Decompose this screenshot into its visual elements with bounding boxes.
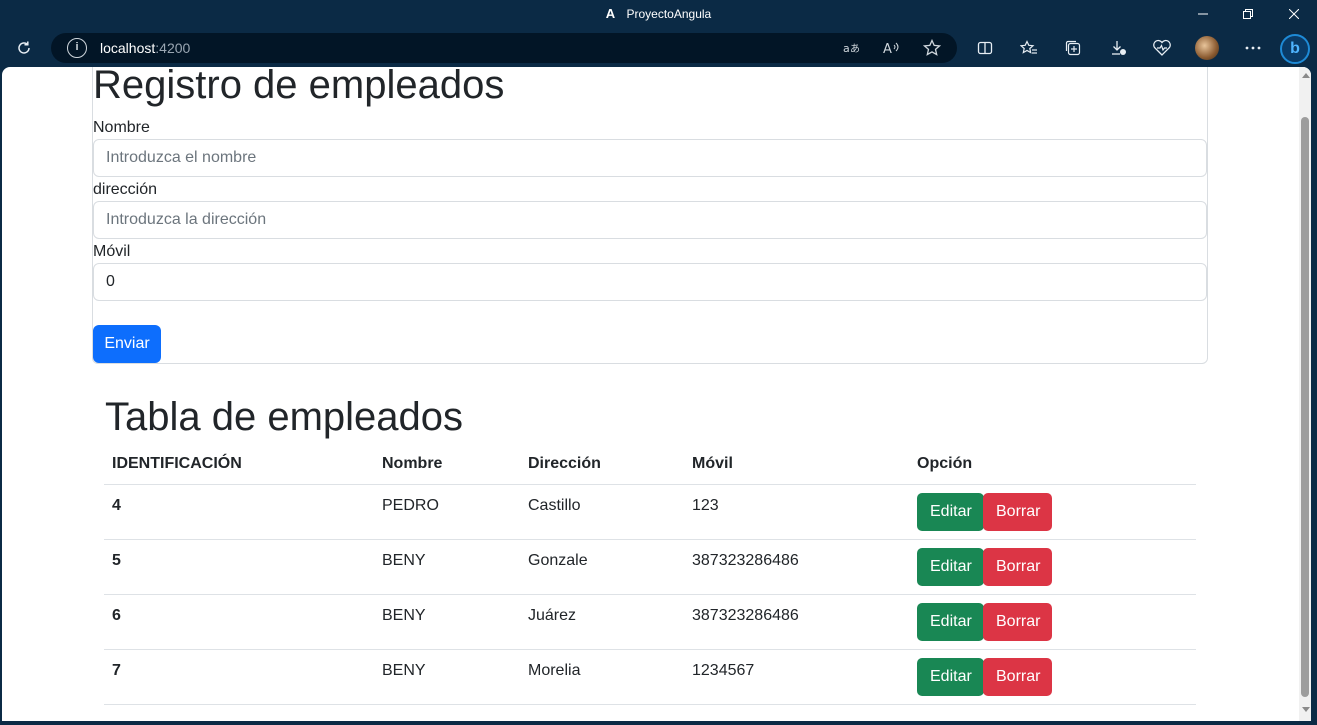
address-url[interactable]: localhost:4200 (100, 40, 190, 56)
scrollbar-thumb[interactable] (1301, 117, 1309, 697)
cell-id: 4 (104, 484, 374, 540)
window-title: ProyectoAngula (626, 6, 712, 21)
address-host: localhost (100, 40, 156, 56)
table-row: 4 PEDRO Castillo 123 Editar Borrar (104, 484, 1196, 540)
mobile-label: Móvil (93, 243, 131, 260)
address-port: :4200 (155, 40, 191, 56)
address-label: dirección (93, 181, 158, 198)
restore-button[interactable] (1225, 0, 1271, 28)
column-header-mobile: Móvil (684, 445, 909, 485)
minimize-button[interactable] (1180, 0, 1226, 28)
bing-copilot-icon[interactable]: b (1280, 34, 1310, 64)
refresh-icon (18, 41, 30, 54)
vertical-scrollbar[interactable] (1299, 67, 1311, 721)
cell-name: BENY (374, 649, 520, 705)
delete-button[interactable]: Borrar (983, 547, 1052, 586)
cell-address: Juárez (520, 594, 684, 650)
window-title-wrap: A ProyectoAngula (0, 6, 1317, 21)
cell-options: Editar Borrar (909, 484, 1196, 540)
close-icon (1289, 9, 1299, 19)
table-header-row: IDENTIFICACIÓN Nombre Dirección Móvil Op… (104, 445, 1196, 485)
table-row: 7 BENY Morelia 1234567 Editar Borrar (104, 649, 1196, 705)
edit-button[interactable]: Editar (917, 492, 984, 531)
page-viewport: Registro de empleados Nombre dirección M… (2, 67, 1311, 721)
browser-essentials-button[interactable] (1147, 34, 1177, 62)
cell-address: Castillo (520, 484, 684, 540)
svg-text:あ: あ (850, 43, 860, 55)
favorite-star-icon[interactable] (920, 37, 944, 59)
angular-logo-icon: A (605, 6, 616, 22)
svg-text:A: A (883, 42, 892, 55)
cell-name: PEDRO (374, 484, 520, 540)
cell-name: BENY (374, 594, 520, 650)
svg-text:a: a (843, 42, 850, 55)
cell-mobile: 123 (684, 484, 909, 540)
cell-options: Editar Borrar (909, 539, 1196, 595)
close-window-button[interactable] (1271, 0, 1317, 28)
cell-options: Editar Borrar (909, 649, 1196, 705)
downloads-button[interactable] (1103, 34, 1133, 62)
cell-mobile: 1234567 (684, 649, 909, 705)
submit-button[interactable]: Enviar (93, 325, 161, 363)
name-label: Nombre (93, 119, 150, 136)
table-row: 5 BENY Gonzale 387323286486 Editar Borrar (104, 539, 1196, 595)
split-screen-icon (977, 41, 993, 55)
delete-button[interactable]: Borrar (983, 657, 1052, 696)
employees-table: IDENTIFICACIÓN Nombre Dirección Móvil Op… (104, 445, 1196, 705)
scroll-down-icon[interactable] (1302, 707, 1310, 712)
column-header-address: Dirección (520, 445, 684, 485)
delete-button[interactable]: Borrar (983, 602, 1052, 641)
more-icon (1245, 46, 1261, 50)
browser-toolbar: i localhost:4200 aあ A (0, 30, 1317, 66)
collections-button[interactable] (1058, 34, 1088, 62)
column-header-name: Nombre (374, 445, 520, 485)
downloads-icon (1112, 41, 1126, 55)
scroll-up-icon[interactable] (1302, 73, 1310, 78)
read-aloud-icon[interactable]: A (880, 37, 904, 59)
delete-button[interactable]: Borrar (983, 492, 1052, 531)
name-input[interactable] (93, 139, 1207, 177)
cell-name: BENY (374, 539, 520, 595)
profile-avatar[interactable] (1195, 36, 1219, 60)
refresh-button[interactable] (9, 34, 39, 62)
info-icon[interactable]: i (67, 38, 87, 58)
window-titlebar: A ProyectoAngula (0, 0, 1317, 30)
edit-button[interactable]: Editar (917, 602, 984, 641)
address-bar[interactable]: i localhost:4200 aあ A (51, 33, 957, 63)
restore-icon (1243, 9, 1253, 19)
column-header-id: IDENTIFICACIÓN (104, 445, 374, 485)
mobile-input[interactable] (93, 263, 1207, 301)
page-title: Registro de empleados (93, 67, 505, 107)
collections-icon (1065, 40, 1081, 56)
cell-address: Morelia (520, 649, 684, 705)
cell-options: Editar Borrar (909, 594, 1196, 650)
column-header-option: Opción (909, 445, 1196, 485)
split-screen-button[interactable] (970, 34, 1000, 62)
translate-icon[interactable]: aあ (840, 37, 864, 59)
cell-id: 5 (104, 539, 374, 595)
minimize-icon (1198, 13, 1208, 15)
favorites-button[interactable] (1014, 34, 1044, 62)
edit-button[interactable]: Editar (917, 657, 984, 696)
cell-mobile: 387323286486 (684, 594, 909, 650)
table-title: Tabla de empleados (105, 395, 464, 439)
address-input[interactable] (93, 201, 1207, 239)
cell-address: Gonzale (520, 539, 684, 595)
favorites-icon (1020, 40, 1037, 54)
cell-id: 6 (104, 594, 374, 650)
table-row: 6 BENY Juárez 387323286486 Editar Borrar (104, 594, 1196, 650)
cell-mobile: 387323286486 (684, 539, 909, 595)
cell-id: 7 (104, 649, 374, 705)
edit-button[interactable]: Editar (917, 547, 984, 586)
more-button[interactable] (1238, 34, 1268, 62)
browser-essentials-icon (1153, 39, 1171, 56)
